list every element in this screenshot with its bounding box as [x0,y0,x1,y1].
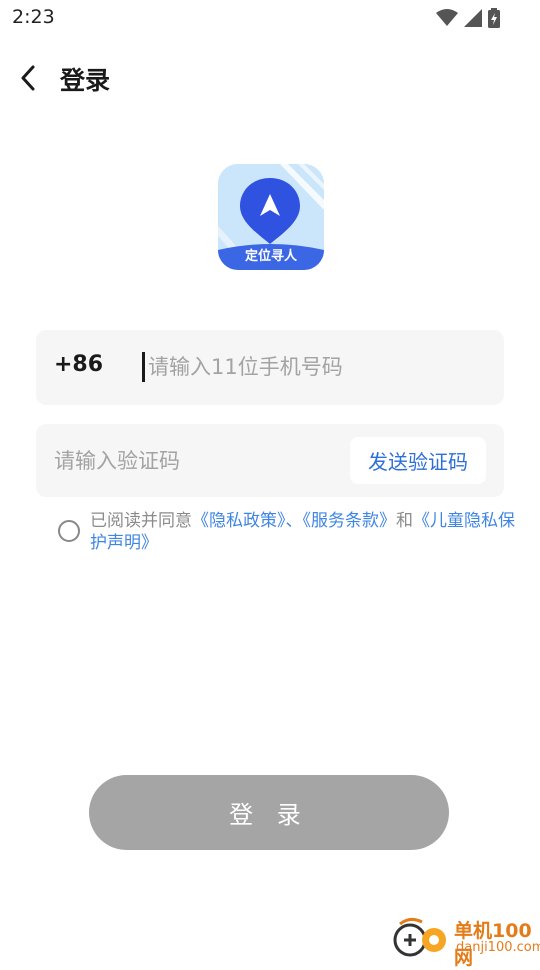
status-time: 2:23 [12,6,55,28]
agreement-and: 和 [396,511,413,531]
verification-code-input[interactable] [52,438,344,484]
watermark: 单机100网 danji100.com [392,916,540,969]
watermark-site: danji100.com [456,940,540,955]
signal-icon [464,9,482,27]
status-icons [436,8,500,28]
logo-label: 定位寻人 [244,249,297,264]
wifi-icon [436,9,458,26]
agreement-separator: 、 [285,511,303,531]
page-title: 登录 [60,66,111,95]
text-caret [142,352,145,382]
phone-field-container: +86 [36,330,504,405]
terms-of-service-link[interactable]: 《服务条款》 [303,511,397,531]
send-code-button[interactable]: 发送验证码 [350,437,486,484]
agreement-checkbox[interactable] [58,520,80,542]
privacy-policy-link[interactable]: 《隐私政策》 [192,511,286,531]
watermark-logo-icon [393,917,446,957]
top-nav: 登录 [0,52,540,104]
agreement-text: 已阅读并同意《隐私政策》、《服务条款》和《儿童隐私保护声明》 [90,510,520,554]
back-button[interactable] [10,58,46,98]
country-code[interactable]: +86 [54,352,103,377]
battery-icon [488,8,500,28]
app-logo: 定位寻人 [218,164,324,270]
login-button[interactable]: 登 录 [89,775,449,850]
agreement-prefix: 已阅读并同意 [90,511,192,531]
code-field-container: 发送验证码 [36,424,504,497]
phone-input[interactable] [146,344,488,390]
status-bar: 2:23 [0,0,540,36]
chevron-left-icon [21,65,35,91]
